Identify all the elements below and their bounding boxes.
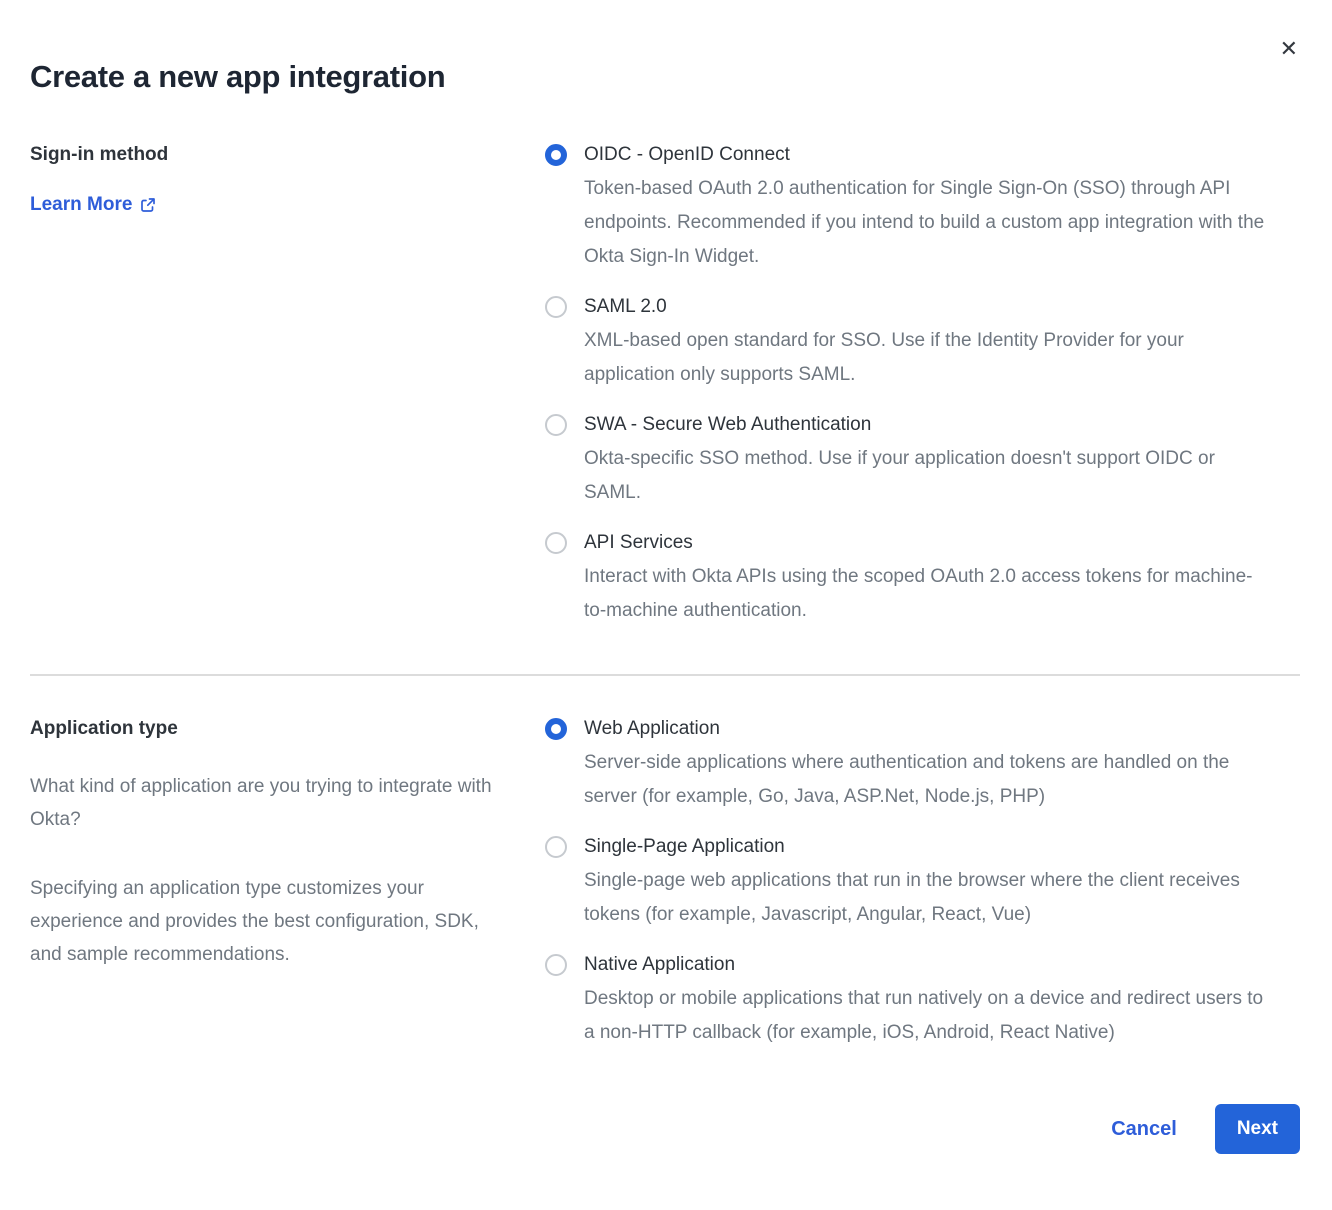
radio-option[interactable]: SAML 2.0 XML-based open standard for SSO… [545,290,1265,392]
radio-option[interactable]: Single-Page Application Single-page web … [545,830,1265,932]
radio-option-description: Desktop or mobile applications that run … [584,982,1265,1050]
radio-button[interactable] [545,836,567,858]
radio-option-label[interactable]: SWA - Secure Web Authentication [584,408,1265,442]
radio-option[interactable]: SWA - Secure Web Authentication Okta-spe… [545,408,1265,510]
cancel-button[interactable]: Cancel [1111,1118,1177,1141]
radio-option-text: API Services Interact with Okta APIs usi… [584,526,1265,628]
next-button[interactable]: Next [1215,1104,1300,1154]
close-icon[interactable]: ✕ [1278,36,1300,62]
application-type-question: What kind of application are you trying … [30,770,515,836]
learn-more-link[interactable]: Learn More [30,188,156,222]
dialog-footer: Cancel Next [30,1104,1300,1154]
application-type-section: Application type What kind of applicatio… [30,712,1300,1050]
radio-option-text: SAML 2.0 XML-based open standard for SSO… [584,290,1265,392]
radio-option-description: Token-based OAuth 2.0 authentication for… [584,172,1265,274]
application-type-help-text: Specifying an application type customize… [30,872,515,971]
sign-in-method-options: OIDC - OpenID Connect Token-based OAuth … [545,138,1265,628]
radio-button[interactable] [545,954,567,976]
radio-button[interactable] [545,414,567,436]
radio-option-label[interactable]: Single-Page Application [584,830,1265,864]
radio-option-label[interactable]: Web Application [584,712,1265,746]
radio-button[interactable] [545,144,567,166]
sign-in-method-section: Sign-in method Learn More OIDC - OpenID … [30,138,1300,628]
radio-option-text: SWA - Secure Web Authentication Okta-spe… [584,408,1265,510]
section-divider [30,674,1300,676]
radio-option-label[interactable]: OIDC - OpenID Connect [584,138,1265,172]
create-app-integration-dialog: ✕ Create a new app integration Sign-in m… [0,0,1332,1210]
radio-option-description: Single-page web applications that run in… [584,864,1265,932]
learn-more-label: Learn More [30,188,132,222]
radio-button[interactable] [545,532,567,554]
radio-option-description: XML-based open standard for SSO. Use if … [584,324,1265,392]
radio-option-text: OIDC - OpenID Connect Token-based OAuth … [584,138,1265,274]
page-title: Create a new app integration [30,58,1300,96]
radio-option-label[interactable]: Native Application [584,948,1265,982]
radio-button[interactable] [545,718,567,740]
radio-option-text: Single-Page Application Single-page web … [584,830,1265,932]
radio-option-description: Server-side applications where authentic… [584,746,1265,814]
radio-option[interactable]: Native Application Desktop or mobile app… [545,948,1265,1050]
radio-option-description: Okta-specific SSO method. Use if your ap… [584,442,1265,510]
radio-option-label[interactable]: SAML 2.0 [584,290,1265,324]
radio-option-description: Interact with Okta APIs using the scoped… [584,560,1265,628]
radio-option[interactable]: OIDC - OpenID Connect Token-based OAuth … [545,138,1265,274]
external-link-icon [140,197,156,213]
radio-button[interactable] [545,296,567,318]
application-type-label: Application type [30,712,515,746]
radio-option-text: Web Application Server-side applications… [584,712,1265,814]
radio-option-label[interactable]: API Services [584,526,1265,560]
application-type-options: Web Application Server-side applications… [545,712,1265,1050]
radio-option-text: Native Application Desktop or mobile app… [584,948,1265,1050]
radio-option[interactable]: Web Application Server-side applications… [545,712,1265,814]
radio-option[interactable]: API Services Interact with Okta APIs usi… [545,526,1265,628]
sign-in-method-label: Sign-in method [30,138,515,172]
